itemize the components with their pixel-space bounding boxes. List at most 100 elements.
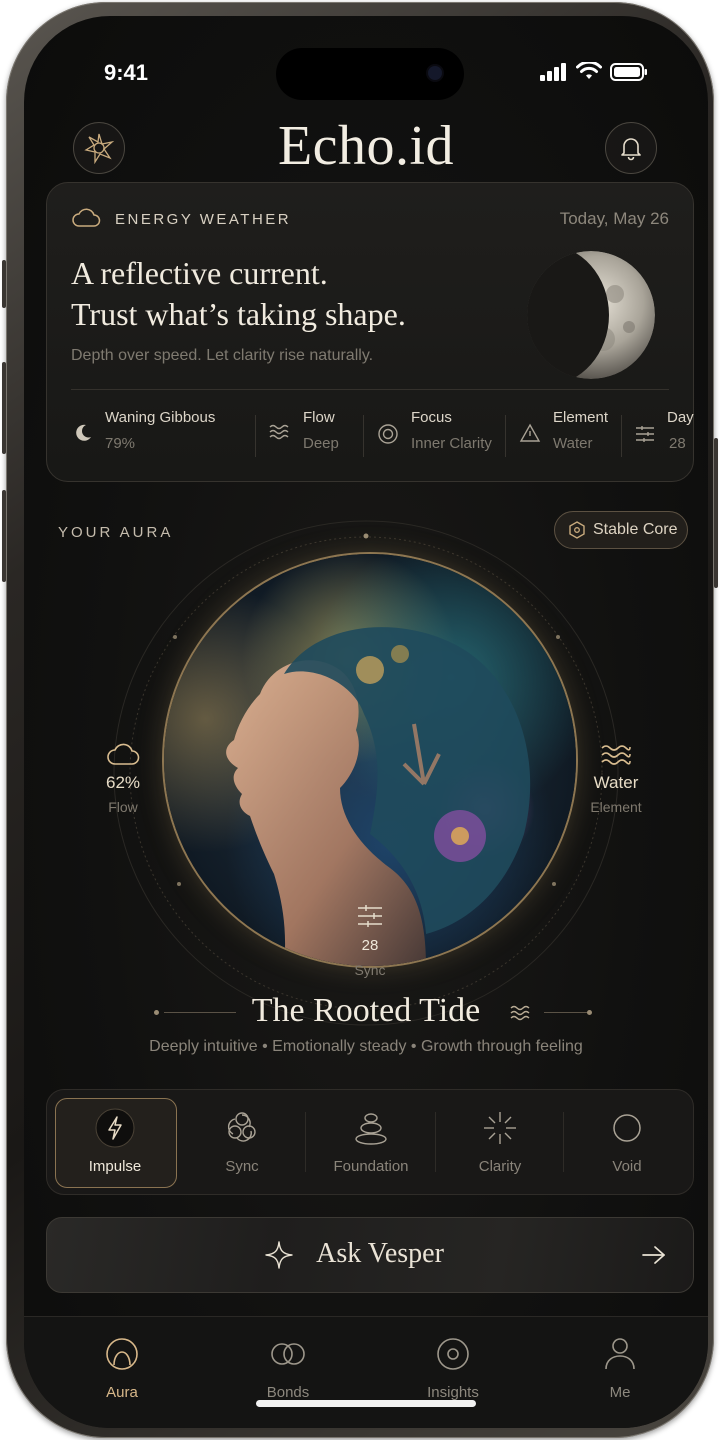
mode-impulse[interactable]: Impulse xyxy=(55,1090,175,1194)
stat-divider xyxy=(363,415,364,457)
status-time: 9:41 xyxy=(104,60,149,85)
stat-flow: Flow Deep xyxy=(269,405,361,465)
status-bar: 9:41 xyxy=(24,16,708,100)
mode-divider xyxy=(435,1112,436,1172)
stat-label: Flow xyxy=(303,409,335,426)
stat-label: Focus xyxy=(411,409,452,426)
bonds-icon xyxy=(271,1343,305,1365)
home-indicator xyxy=(256,1400,476,1407)
stat-element: Element Water xyxy=(519,405,619,465)
status-icons xyxy=(540,62,648,81)
aura-flow-stat: 62% Flow xyxy=(88,742,158,815)
phone-frame: 9:41 Echo.id ENERGY WEATHER Today, May 2… xyxy=(2,2,718,1438)
tab-label: Insights xyxy=(427,1384,479,1401)
wifi-icon xyxy=(576,62,602,79)
mode-divider xyxy=(563,1112,564,1172)
stat-value: 79% xyxy=(105,435,136,452)
target-icon xyxy=(378,424,398,444)
energy-weather-card[interactable]: ENERGY WEATHER Today, May 26 A reflectiv… xyxy=(46,182,694,482)
stat-label: Waning Gibbous xyxy=(105,409,216,426)
volume-up-button xyxy=(2,362,6,454)
stat-divider xyxy=(255,415,256,457)
stat-value: 28 xyxy=(669,435,686,452)
tab-label: Me xyxy=(609,1384,631,1401)
headline-line-1: A reflective current. xyxy=(71,255,328,291)
ask-vesper-button[interactable]: Ask Vesper xyxy=(46,1217,694,1293)
aura-element-stat: Water Element xyxy=(576,742,656,815)
sync-icon xyxy=(227,1112,256,1142)
waves-icon xyxy=(510,1005,530,1021)
stat-day: Day 28 xyxy=(635,405,695,465)
cloud-icon xyxy=(107,743,140,765)
flow-value: 62% xyxy=(105,773,141,792)
mode-clarity[interactable]: Clarity xyxy=(437,1090,563,1194)
stat-label: Element xyxy=(553,409,609,426)
mode-icon-wrap xyxy=(222,1108,262,1148)
volume-down-button xyxy=(2,490,6,582)
waves-icon xyxy=(269,424,289,440)
mode-selector: Impulse Sync Foundation Clarity Void xyxy=(46,1089,694,1195)
energy-stats-row: Waning Gibbous 79% Flow Deep Focus Inner… xyxy=(71,405,694,465)
sparkle-burst-icon xyxy=(484,1112,516,1144)
element-value: Water xyxy=(593,773,639,792)
signal-icon xyxy=(540,62,566,81)
energy-weather-subtext: Depth over speed. Let clarity rise natur… xyxy=(71,347,374,364)
flow-label: Flow xyxy=(108,799,138,815)
circle-icon xyxy=(613,1114,641,1142)
title-ornament-line xyxy=(544,1012,588,1013)
dynamic-island xyxy=(276,48,464,100)
stat-divider xyxy=(621,415,622,457)
sync-label: Sync xyxy=(354,962,386,978)
aura-title: The Rooted Tide xyxy=(251,992,481,1029)
waves-icon xyxy=(601,745,631,765)
title-ornament-dot xyxy=(587,1010,592,1015)
person-icon xyxy=(605,1338,635,1370)
lines-icon xyxy=(636,426,654,442)
mode-icon-wrap xyxy=(480,1108,520,1148)
stat-value: Inner Clarity xyxy=(411,435,492,452)
mode-label: Foundation xyxy=(333,1158,409,1175)
tab-label: Bonds xyxy=(266,1384,310,1401)
tab-aura[interactable]: Aura xyxy=(72,1335,172,1401)
arrow-right-icon xyxy=(642,1246,665,1264)
power-button xyxy=(714,438,718,588)
tab-me[interactable]: Me xyxy=(570,1335,670,1401)
sync-value: 28 xyxy=(361,937,379,954)
lightning-icon xyxy=(95,1108,135,1148)
stat-divider xyxy=(505,415,506,457)
aura-traits: Deeply intuitive • Emotionally steady • … xyxy=(149,1038,583,1055)
mode-void[interactable]: Void xyxy=(565,1090,689,1194)
element-label: Element xyxy=(590,799,642,815)
mode-foundation[interactable]: Foundation xyxy=(307,1090,435,1194)
bottom-tab-bar: Aura Bonds Insights Me xyxy=(24,1316,708,1428)
mode-divider xyxy=(305,1112,306,1172)
mode-label: Sync xyxy=(225,1158,259,1175)
mode-label: Clarity xyxy=(478,1158,522,1175)
ask-vesper-label: Ask Vesper xyxy=(316,1238,444,1269)
mode-icon-wrap xyxy=(95,1108,135,1148)
mode-sync[interactable]: Sync xyxy=(181,1090,303,1194)
mode-label: Void xyxy=(612,1158,642,1175)
notifications-button[interactable] xyxy=(605,122,657,174)
mode-label: Impulse xyxy=(88,1158,142,1175)
energy-weather-date: Today, May 26 xyxy=(559,209,669,228)
stat-value: Water xyxy=(553,435,593,452)
tab-bonds[interactable]: Bonds xyxy=(238,1335,338,1401)
stat-value: Deep xyxy=(303,435,339,452)
stones-icon xyxy=(355,1113,387,1145)
tab-label: Aura xyxy=(106,1384,138,1401)
headline-line-2: Trust what’s taking shape. xyxy=(71,296,406,332)
energy-weather-headline: A reflective current. Trust what’s takin… xyxy=(71,253,406,335)
triangle-icon xyxy=(519,423,541,442)
moon-phase-image xyxy=(527,251,655,379)
silent-switch xyxy=(2,260,6,308)
battery-icon xyxy=(610,62,647,81)
energy-weather-label: ENERGY WEATHER xyxy=(115,211,292,228)
moon-icon xyxy=(76,424,91,441)
aura-icon xyxy=(106,1338,138,1370)
camera-icon xyxy=(428,66,442,80)
tab-insights[interactable]: Insights xyxy=(403,1335,503,1401)
lines-icon xyxy=(358,905,382,927)
card-divider xyxy=(71,389,669,390)
insights-icon xyxy=(437,1338,469,1370)
